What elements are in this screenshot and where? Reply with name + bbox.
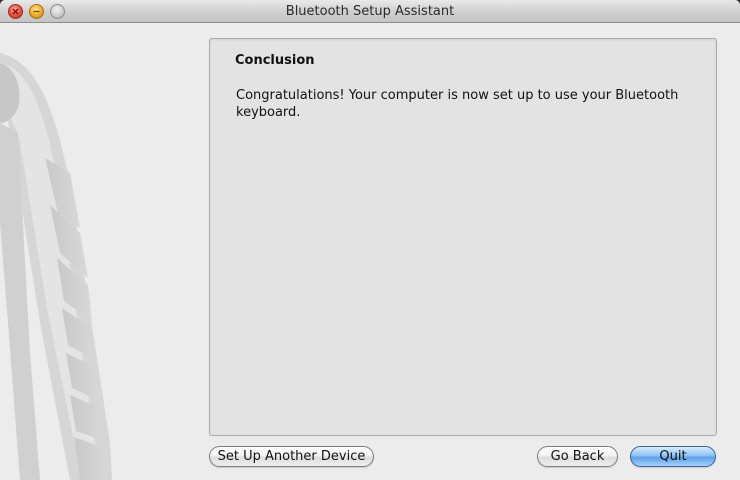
keyboard-illustration — [0, 53, 112, 480]
bluetooth-setup-window: Bluetooth Setup Assistant Conclusion Con… — [0, 0, 740, 480]
go-back-button[interactable]: Go Back — [537, 446, 618, 467]
conclusion-message: Congratulations! Your computer is now se… — [236, 88, 679, 120]
quit-button[interactable]: Quit — [630, 446, 716, 467]
window-title: Bluetooth Setup Assistant — [285, 4, 455, 19]
page-title: Conclusion — [235, 53, 315, 68]
setup-another-device-button[interactable]: Set Up Another Device — [209, 446, 374, 467]
content-panel: Conclusion Congratulations! Your compute… — [209, 38, 717, 436]
title-bar[interactable]: Bluetooth Setup Assistant — [0, 0, 740, 23]
